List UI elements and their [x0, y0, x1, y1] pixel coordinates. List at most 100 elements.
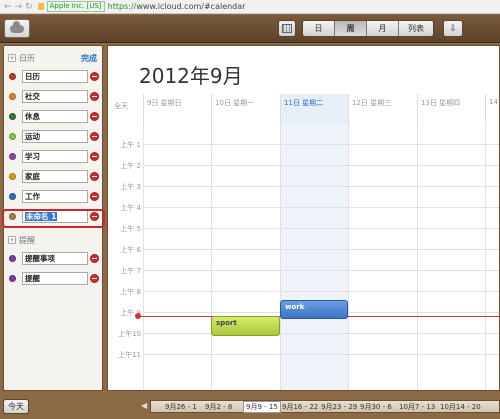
event-sport[interactable]: sport — [211, 316, 280, 336]
annotation-highlight — [2, 209, 105, 228]
hour-gridline — [143, 249, 499, 250]
day-header[interactable]: 13日 星期四 — [417, 94, 485, 123]
view-tab[interactable]: 日 — [303, 21, 335, 36]
delete-icon[interactable] — [90, 151, 99, 161]
reload-icon[interactable]: ↻ — [25, 2, 33, 12]
calendar-name-field[interactable]: 日历 — [22, 69, 88, 83]
hour-gridline — [143, 144, 499, 145]
week-range-item[interactable]: 9月30 - 6 — [360, 402, 392, 412]
calendar-name-field[interactable]: 工作 — [22, 189, 88, 203]
calendars-heading: 日历 — [19, 53, 35, 63]
day-header[interactable]: 14 — [485, 94, 499, 123]
prev-week-icon[interactable]: ◀ — [141, 401, 147, 410]
color-dot-icon[interactable] — [9, 132, 16, 140]
time-grid[interactable]: 上午 1 上午 2 上午 3 上午 4 上午 5 上午 6 上午 7 上午 8 上午 9 上午10… — [108, 123, 499, 390]
hour-label: 上午 2 — [120, 162, 141, 170]
week-range-item[interactable]: 10月7 - 13 — [399, 402, 435, 412]
hour-label: 上午 7 — [120, 267, 141, 275]
color-dot-icon[interactable] — [9, 274, 16, 282]
calendar-name-field[interactable]: 学习 — [22, 149, 88, 163]
calendar-name-field[interactable]: 社交 — [22, 89, 88, 103]
delete-icon[interactable] — [90, 171, 99, 181]
download-icon: ⇩ — [449, 23, 457, 34]
allday-label: 全天 — [114, 102, 128, 110]
day-header[interactable]: 9日 星期日 — [143, 94, 211, 123]
day-header[interactable]: 12日 星期三 — [348, 94, 417, 123]
color-dot-icon[interactable] — [9, 72, 16, 80]
hour-gridline — [143, 354, 499, 355]
hour-label: 上午 3 — [120, 183, 141, 191]
day-column-divider — [280, 123, 281, 390]
delete-icon[interactable] — [90, 91, 99, 101]
calendar-row[interactable]: 日历 — [4, 68, 102, 84]
today-button[interactable]: 今天 — [3, 399, 29, 414]
week-range-item[interactable]: 10月14 - 20 — [440, 402, 481, 412]
delete-icon[interactable] — [90, 71, 99, 81]
view-tab[interactable]: 月 — [367, 21, 399, 36]
calendar-row[interactable]: 工作 — [4, 188, 102, 204]
week-range-item[interactable]: 9月2 - 8 — [205, 402, 232, 412]
view-tab[interactable]: 周 — [335, 21, 367, 36]
add-calendar-icon[interactable]: + — [8, 54, 16, 62]
event-work[interactable]: work — [280, 300, 348, 319]
delete-icon[interactable] — [90, 253, 99, 263]
week-range-item[interactable]: 9月26 - 1 — [165, 402, 197, 412]
calendar-name-text: 学习 — [25, 151, 40, 161]
color-dot-icon[interactable] — [9, 192, 16, 200]
hour-label: 上午 1 — [120, 141, 141, 149]
hour-label: 上午11 — [118, 351, 141, 359]
week-range-item[interactable]: 9月23 - 29 — [321, 402, 357, 412]
day-header[interactable]: 10日 星期一 — [211, 94, 280, 123]
day-column-divider — [211, 123, 212, 390]
reminders-heading: 提醒 — [19, 235, 35, 245]
view-tab[interactable]: 列表 — [399, 21, 433, 36]
back-icon[interactable]: ← — [4, 2, 12, 12]
week-range-item[interactable]: 9月9 - 15 — [243, 401, 281, 413]
calendar-name-field[interactable]: 家庭 — [22, 169, 88, 183]
day-column-divider — [348, 123, 349, 390]
url-scheme: https:// — [107, 2, 137, 11]
day-header[interactable]: 11日 星期二 — [280, 94, 348, 123]
forward-icon[interactable]: → — [15, 2, 23, 12]
week-navigator[interactable]: ◀ 9月26 - 1 9月2 - 8 9月9 - 15 9月16 - 22 9月23 -… — [141, 400, 500, 413]
hour-gridline — [143, 228, 499, 229]
url-text[interactable]: www.icloud.com/#calendar — [136, 2, 245, 11]
hour-label: 上午 6 — [120, 246, 141, 254]
delete-icon[interactable] — [90, 131, 99, 141]
reminder-list-name-field[interactable]: 提醒 — [22, 271, 88, 285]
reminder-list-row[interactable]: 提醒事项 — [4, 250, 102, 266]
calendar-name-text: 工作 — [25, 191, 40, 201]
delete-icon[interactable] — [90, 273, 99, 283]
calendar-name-text: 日历 — [25, 71, 40, 81]
color-dot-icon[interactable] — [9, 152, 16, 160]
today-column — [280, 123, 348, 390]
calendar-row[interactable]: 家庭 — [4, 168, 102, 184]
calendar-row[interactable]: 运动 — [4, 128, 102, 144]
reminder-list-name-text: 提醒事项 — [25, 253, 55, 263]
done-button[interactable]: 完成 — [81, 53, 97, 64]
week-range-item[interactable]: 9月16 - 22 — [282, 402, 318, 412]
calendar-row[interactable]: 学习 — [4, 148, 102, 164]
reminder-list-row[interactable]: 提醒 — [4, 270, 102, 286]
icloud-home-button[interactable] — [4, 19, 30, 38]
hour-label: 上午10 — [118, 330, 141, 338]
certificate-badge[interactable]: Apple Inc. [US] — [46, 1, 105, 12]
day-column-divider — [143, 123, 144, 390]
download-button[interactable]: ⇩ — [443, 20, 463, 37]
delete-icon[interactable] — [90, 111, 99, 121]
add-reminder-list-icon[interactable]: + — [8, 236, 16, 244]
calendar-name-field[interactable]: 休息 — [22, 109, 88, 123]
delete-icon[interactable] — [90, 191, 99, 201]
calendar-list-toggle-button[interactable] — [278, 20, 296, 37]
reminder-list-name-field[interactable]: 提醒事项 — [22, 251, 88, 265]
calendar-row[interactable]: 社交 — [4, 88, 102, 104]
color-dot-icon[interactable] — [9, 92, 16, 100]
color-dot-icon[interactable] — [9, 254, 16, 262]
cloud-icon — [10, 20, 24, 33]
browser-address-bar[interactable]: ← → ↻ Apple Inc. [US] https:// www.iclou… — [0, 0, 500, 14]
hour-label: 上午 4 — [120, 204, 141, 212]
color-dot-icon[interactable] — [9, 112, 16, 120]
calendar-name-field[interactable]: 运动 — [22, 129, 88, 143]
color-dot-icon[interactable] — [9, 172, 16, 180]
calendar-row[interactable]: 休息 — [4, 108, 102, 124]
